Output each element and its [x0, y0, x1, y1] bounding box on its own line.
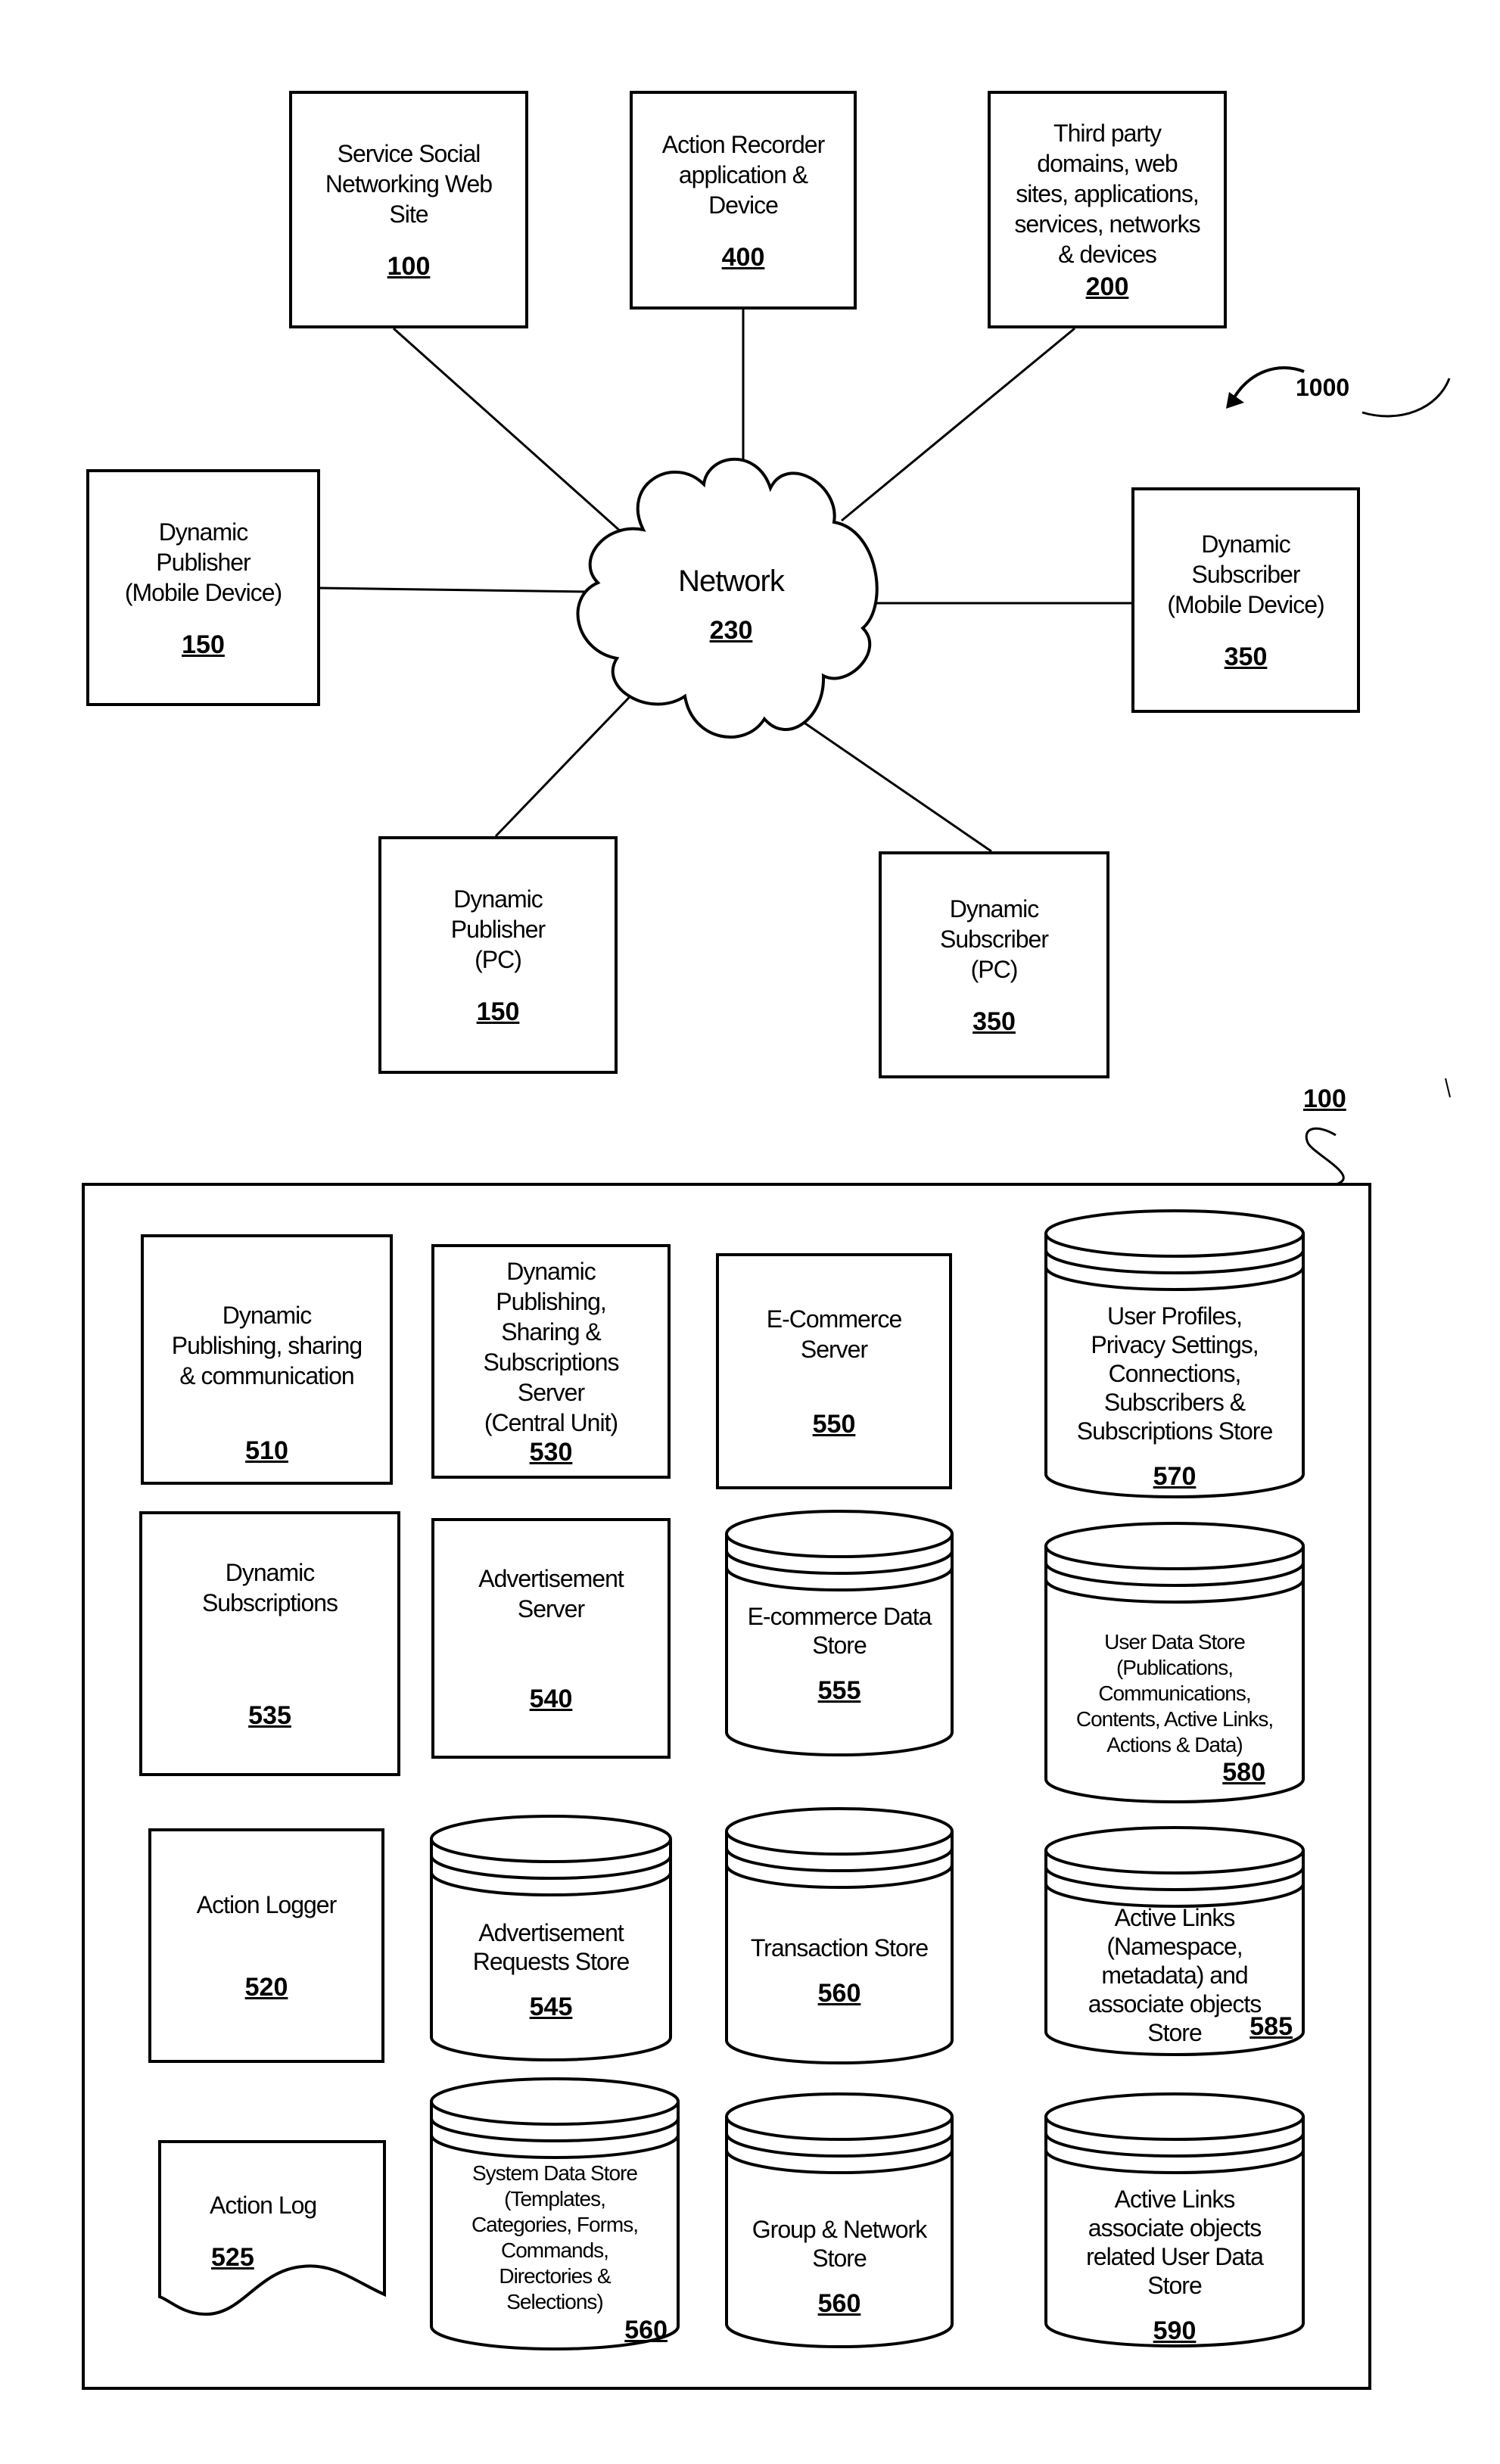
- component-label: Active Links associate objects related U…: [1086, 2186, 1264, 2299]
- node-label: Dynamic Subscriber (PC): [940, 895, 1049, 983]
- component-label: Dynamic Publishing, Sharing & Subscripti…: [483, 1258, 619, 1436]
- component-570[interactable]: User Profiles, Privacy Settings, Connect…: [1046, 1211, 1303, 1497]
- component-530[interactable]: Dynamic Publishing, Sharing & Subscripti…: [431, 1244, 671, 1479]
- component-label: Advertisement Requests Store: [472, 1919, 630, 1975]
- reference-number: 150: [476, 997, 520, 1026]
- component-590[interactable]: Active Links associate objects related U…: [1046, 2094, 1303, 2346]
- component-510[interactable]: Dynamic Publishing, sharing & communicat…: [141, 1234, 393, 1485]
- reference-number: 555: [817, 1676, 861, 1705]
- component-520[interactable]: Action Logger 520: [148, 1828, 384, 2063]
- link-subscriber-pc: [792, 714, 992, 853]
- node-publisher-pc[interactable]: Dynamic Publisher (PC) 150: [378, 836, 618, 1074]
- figure-reference: 1000: [1296, 374, 1350, 401]
- reference-number: 350: [1224, 642, 1268, 671]
- component-560-group[interactable]: Group & Network Store 560: [727, 2094, 952, 2347]
- reference-arrow-1000: [1231, 366, 1305, 402]
- reference-number: 545: [529, 1993, 573, 2021]
- node-subscriber-pc[interactable]: Dynamic Subscriber (PC) 350: [879, 851, 1109, 1078]
- node-label: Service Social Networking Web Site: [325, 140, 493, 228]
- reference-number: 530: [529, 1438, 573, 1467]
- component-580[interactable]: User Data Store (Publications, Communica…: [1046, 1523, 1303, 1802]
- reference-number: 570: [1153, 1462, 1197, 1491]
- reference-number: 400: [721, 242, 765, 272]
- component-585[interactable]: Active Links (Namespace, metadata) and a…: [1046, 1828, 1303, 2055]
- reference-number: 560: [817, 2289, 861, 2318]
- reference-curve-1000: [1362, 378, 1451, 418]
- node-label: Dynamic Publisher (Mobile Device): [124, 518, 282, 606]
- component-540[interactable]: Advertisement Server 540: [431, 1518, 671, 1759]
- component-555[interactable]: E-commerce Data Store 555: [727, 1511, 952, 1755]
- component-550[interactable]: E-Commerce Server 550: [716, 1253, 952, 1489]
- reference-number: 580: [1222, 1758, 1265, 1787]
- server-reference: 100: [1303, 1084, 1346, 1113]
- reference-number: 560: [817, 1979, 861, 2008]
- network-label-group: Network 230: [655, 566, 807, 645]
- reference-number: 560: [624, 2316, 668, 2344]
- reference-number: 510: [245, 1436, 288, 1465]
- node-subscriber-mobile[interactable]: Dynamic Subscriber (Mobile Device) 350: [1131, 487, 1360, 713]
- component-label: Advertisement Server: [478, 1565, 624, 1622]
- component-label: User Profiles, Privacy Settings, Connect…: [1076, 1302, 1273, 1445]
- component-545[interactable]: Advertisement Requests Store 545: [431, 1816, 671, 2060]
- component-535[interactable]: Dynamic Subscriptions 535: [139, 1511, 400, 1776]
- node-label: Action Recorder application & Device: [661, 130, 825, 219]
- reference-number: 525: [211, 2243, 254, 2272]
- reference-hook-100: [1305, 1127, 1345, 1186]
- component-label: E-Commerce Server: [766, 1305, 902, 1363]
- link-publisher-mobile: [319, 586, 591, 593]
- component-label: User Data Store (Publications, Communica…: [1075, 1630, 1274, 1756]
- node-action-recorder[interactable]: Action Recorder application & Device 400: [630, 91, 857, 310]
- component-label: System Data Store (Templates, Categories…: [471, 2161, 639, 2313]
- reference-number: 350: [973, 1007, 1016, 1036]
- link-third-party: [841, 327, 1075, 522]
- reference-number: 550: [812, 1410, 856, 1439]
- reference-number: 590: [1153, 2316, 1197, 2345]
- reference-number: 200: [1085, 272, 1129, 301]
- component-label: Transaction Store: [750, 1934, 929, 1962]
- node-label: Dynamic Subscriber (Mobile Device): [1167, 530, 1324, 618]
- link-social-site: [393, 327, 636, 546]
- reference-number: 535: [248, 1701, 291, 1730]
- component-525[interactable]: Action Log 525: [160, 2142, 384, 2316]
- reference-number: 100: [387, 252, 431, 281]
- component-label: E-commerce Data Store: [747, 1603, 932, 1659]
- component-label: Dynamic Subscriptions: [201, 1559, 338, 1616]
- reference-number: 150: [182, 630, 225, 659]
- node-label: Dynamic Publisher (PC): [450, 885, 546, 973]
- node-social-site[interactable]: Service Social Networking Web Site 100: [289, 91, 528, 328]
- stray-mark: [1445, 1078, 1451, 1098]
- reference-number: 540: [529, 1685, 573, 1713]
- component-560-transaction[interactable]: Transaction Store 560: [727, 1809, 952, 2063]
- reference-number: 520: [244, 1973, 288, 2002]
- component-label: Action Log: [210, 2192, 317, 2219]
- component-label: Dynamic Publishing, sharing & communicat…: [171, 1301, 363, 1389]
- node-label: Third party domains, web sites, applicat…: [1014, 120, 1200, 268]
- reference-number: 585: [1249, 2012, 1293, 2041]
- network-label: Network: [678, 565, 785, 598]
- node-publisher-mobile[interactable]: Dynamic Publisher (Mobile Device) 150: [86, 469, 320, 706]
- network-reference: 230: [709, 616, 753, 645]
- node-third-party[interactable]: Third party domains, web sites, applicat…: [988, 91, 1227, 328]
- component-560-system[interactable]: System Data Store (Templates, Categories…: [431, 2079, 678, 2349]
- component-label: Active Links (Namespace, metadata) and a…: [1088, 1904, 1262, 2046]
- component-label: Action Logger: [196, 1891, 337, 1918]
- component-label: Group & Network Store: [752, 2216, 927, 2272]
